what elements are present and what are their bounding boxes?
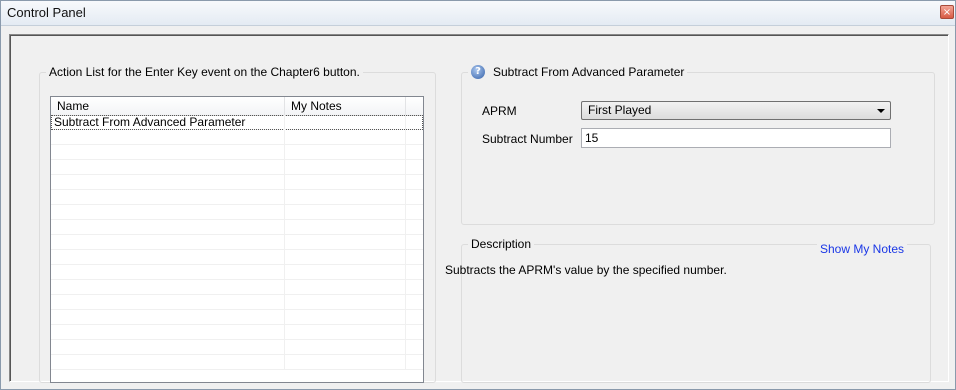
- cell-my-notes: [285, 280, 406, 295]
- cell-name: [51, 250, 285, 265]
- cell-my-notes: [285, 160, 406, 175]
- empty-row: [51, 175, 423, 190]
- empty-row: [51, 160, 423, 175]
- cell-my-notes: [285, 340, 406, 355]
- cell-name: [51, 280, 285, 295]
- title-bar[interactable]: Control Panel ×: [1, 1, 955, 26]
- close-button[interactable]: ×: [940, 5, 954, 19]
- column-header-name[interactable]: Name: [51, 97, 285, 115]
- window-title: Control Panel: [7, 5, 86, 20]
- empty-row: [51, 130, 423, 145]
- chevron-down-icon[interactable]: [877, 109, 885, 113]
- cell-my-notes: [285, 310, 406, 325]
- client-area: Action List for the Enter Key event on t…: [9, 34, 949, 383]
- cell-my-notes: [285, 295, 406, 310]
- empty-row: [51, 325, 423, 340]
- empty-row: [51, 220, 423, 235]
- subtract-number-input[interactable]: [581, 128, 891, 148]
- aprm-selected-value: First Played: [588, 103, 652, 117]
- show-my-notes-link[interactable]: Show My Notes: [816, 242, 907, 256]
- cell-name: [51, 190, 285, 205]
- aprm-label: APRM: [482, 104, 517, 118]
- cell-my-notes: [285, 355, 406, 370]
- cell-my-notes: [285, 325, 406, 340]
- cell-name: [51, 295, 285, 310]
- empty-row: [51, 295, 423, 310]
- empty-row: [51, 235, 423, 250]
- cell-my-notes: [285, 145, 406, 160]
- cell-name: [51, 145, 285, 160]
- control-panel-window: Control Panel × Action List for the Ente…: [0, 0, 956, 390]
- empty-row: [51, 145, 423, 160]
- empty-row: [51, 310, 423, 325]
- cell-my-notes: [285, 250, 406, 265]
- description-group: Description Show My Notes Subtracts the …: [445, 237, 931, 383]
- cell-name: [51, 160, 285, 175]
- empty-row: [51, 250, 423, 265]
- cell-name: [51, 265, 285, 280]
- cell-my-notes: [285, 265, 406, 280]
- cell-my-notes: [285, 115, 406, 130]
- cell-name: [51, 205, 285, 220]
- empty-row: [51, 340, 423, 355]
- empty-row: [51, 190, 423, 205]
- cell-my-notes: [285, 235, 406, 250]
- cell-my-notes: [285, 130, 406, 145]
- aprm-select[interactable]: First Played: [581, 101, 891, 120]
- cell-name: [51, 340, 285, 355]
- cell-name: [51, 130, 285, 145]
- cell-name: [51, 235, 285, 250]
- empty-row: [51, 265, 423, 280]
- cell-name: Subtract From Advanced Parameter: [51, 115, 285, 130]
- cell-name: [51, 220, 285, 235]
- description-title: Description: [471, 237, 532, 251]
- subtract-number-label: Subtract Number: [482, 132, 573, 146]
- question-icon[interactable]: ?: [471, 65, 485, 79]
- action-list-group: Action List for the Enter Key event on t…: [39, 65, 436, 383]
- column-header-my-notes[interactable]: My Notes: [285, 97, 406, 115]
- cell-my-notes: [285, 190, 406, 205]
- empty-row: [51, 280, 423, 295]
- cell-my-notes: [285, 205, 406, 220]
- cell-my-notes: [285, 220, 406, 235]
- empty-row: [51, 205, 423, 220]
- action-list-title: Action List for the Enter Key event on t…: [49, 65, 360, 79]
- cell-name: [51, 355, 285, 370]
- cell-name: [51, 175, 285, 190]
- list-rows: Subtract From Advanced Parameter: [51, 115, 423, 370]
- empty-row: [51, 355, 423, 370]
- cell-my-notes: [285, 175, 406, 190]
- cell-name: [51, 325, 285, 340]
- action-list-view[interactable]: Name My Notes Subtract From Advanced Par…: [50, 96, 424, 383]
- parameter-group: ? Subtract From Advanced Parameter APRM …: [461, 65, 935, 225]
- description-text: Subtracts the APRM's value by the specif…: [445, 263, 727, 277]
- parameter-group-title: Subtract From Advanced Parameter: [493, 65, 685, 79]
- list-header: Name My Notes: [51, 97, 423, 116]
- table-row[interactable]: Subtract From Advanced Parameter: [51, 115, 423, 130]
- parameter-group-legend: ? Subtract From Advanced Parameter: [468, 65, 687, 79]
- cell-name: [51, 310, 285, 325]
